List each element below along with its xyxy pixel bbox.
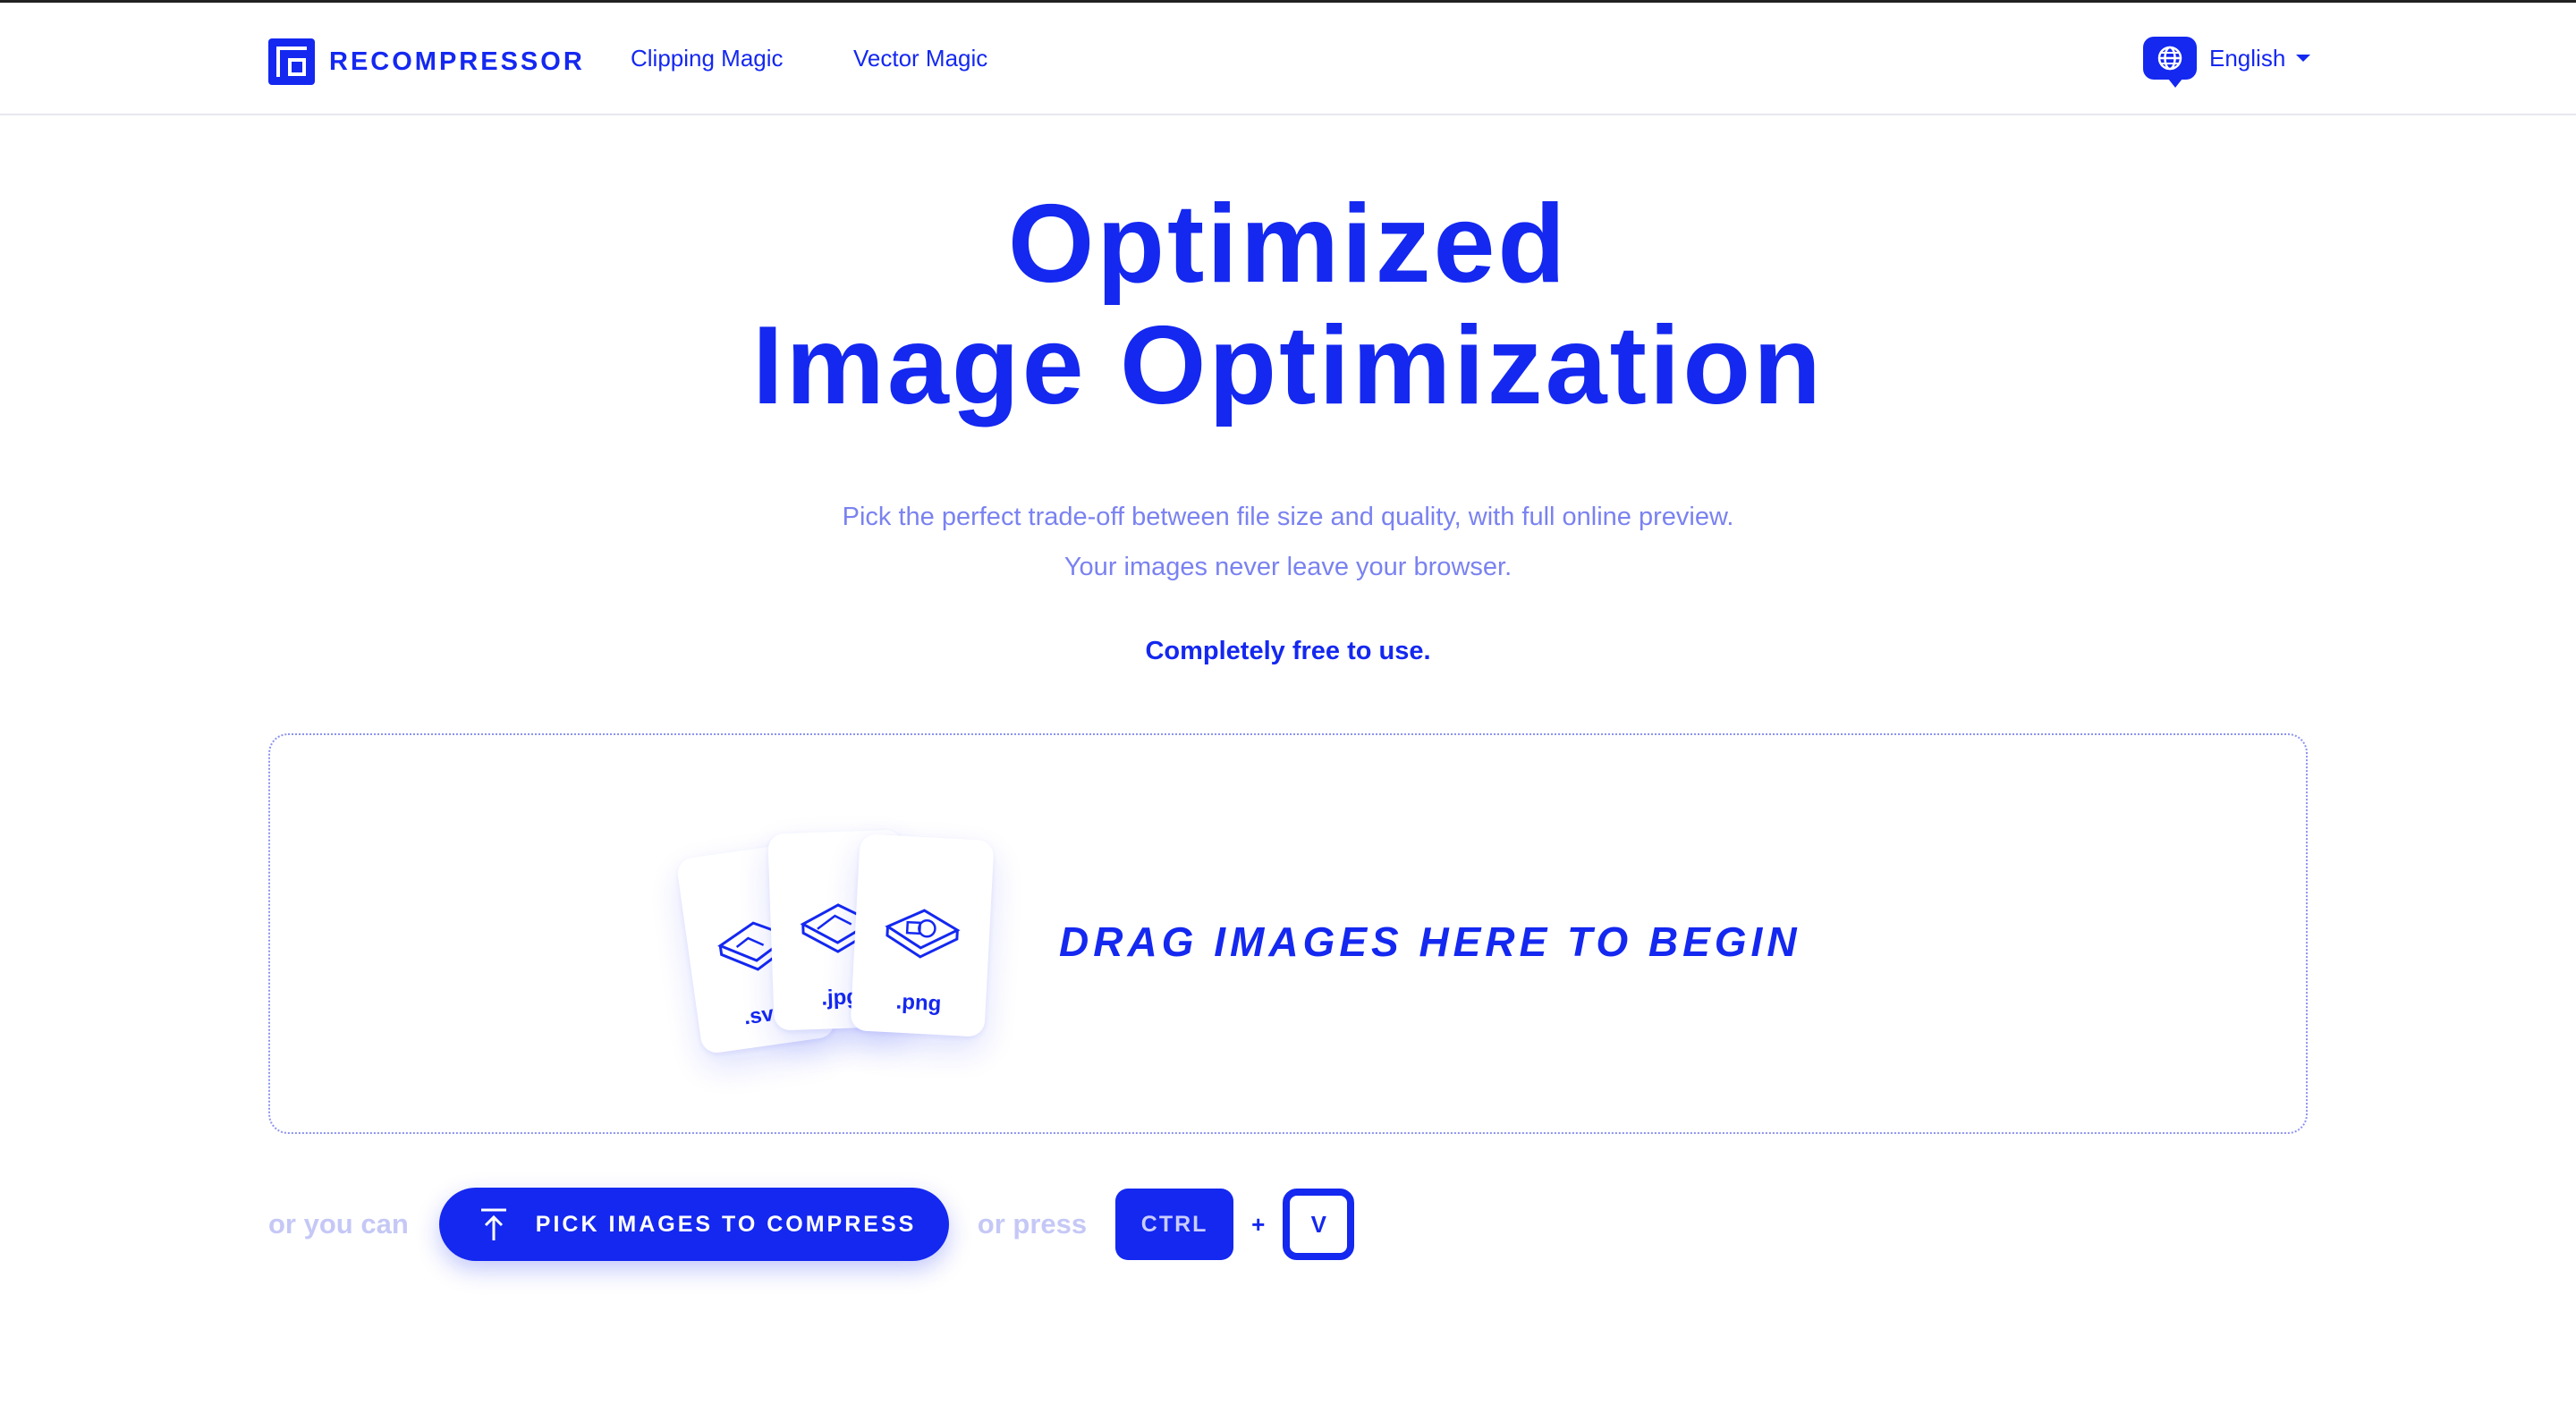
upload-actions: or you can PICK IMAGES TO COMPRESS or pr… xyxy=(268,1188,1355,1261)
hero-title-line-2: Image Optimization xyxy=(752,304,1824,427)
v-key: V xyxy=(1283,1189,1355,1260)
globe-icon xyxy=(2143,37,2197,88)
upload-icon xyxy=(480,1208,506,1240)
logo-icon xyxy=(268,38,315,85)
site-header: RECOMPRESSOR Clipping Magic Vector Magic… xyxy=(0,3,2576,115)
language-selector[interactable]: English xyxy=(2143,37,2311,88)
hero-title: Optimized Image Optimization xyxy=(0,183,2576,427)
nav-link-clipping-magic[interactable]: Clipping Magic xyxy=(631,45,784,72)
or-press-label: or press xyxy=(977,1208,1088,1240)
image-file-icon xyxy=(885,909,961,959)
ctrl-key: CTRL xyxy=(1115,1189,1234,1260)
hero-subtitle-line-1: Pick the perfect trade-off between file … xyxy=(842,503,1734,531)
language-label: English xyxy=(2209,44,2286,72)
pick-images-button[interactable]: PICK IMAGES TO COMPRESS xyxy=(438,1188,949,1261)
dropzone-label: DRAG IMAGES HERE TO BEGIN xyxy=(1059,918,1801,965)
png-file-card: .png xyxy=(850,833,995,1037)
logo-link[interactable]: RECOMPRESSOR xyxy=(268,38,585,85)
pick-images-label: PICK IMAGES TO COMPRESS xyxy=(535,1211,917,1237)
or-you-can-label: or you can xyxy=(268,1208,409,1240)
nav-link-vector-magic[interactable]: Vector Magic xyxy=(853,45,987,72)
hero-subtitle-line-2: Your images never leave your browser. xyxy=(1063,553,1513,581)
plus-sign: + xyxy=(1251,1210,1266,1238)
hero-title-line-1: Optimized xyxy=(1007,182,1569,306)
chevron-down-icon xyxy=(2296,55,2311,62)
free-note: Completely free to use. xyxy=(1145,637,1431,665)
logo-text: RECOMPRESSOR xyxy=(329,47,585,76)
file-types-illustration: .svg .jpg .png xyxy=(675,829,1020,1064)
png-file-label: .png xyxy=(895,989,943,1017)
